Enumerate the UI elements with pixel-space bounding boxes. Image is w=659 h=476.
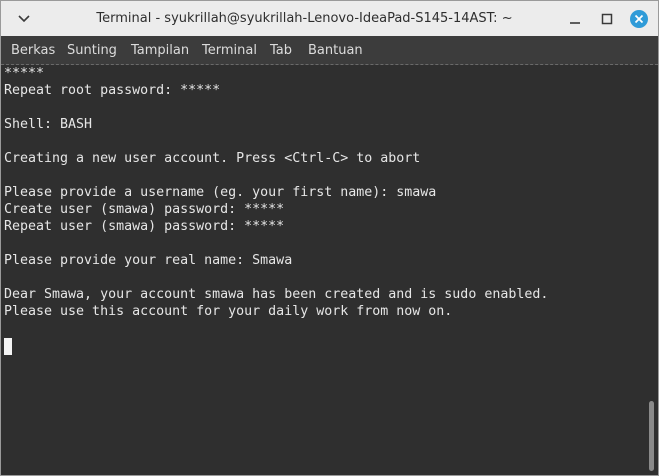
menu-sunting[interactable]: Sunting <box>67 43 117 58</box>
menu-terminal[interactable]: Terminal <box>202 43 257 58</box>
terminal-line: Create user (smawa) password: ***** <box>4 202 285 217</box>
maximize-icon[interactable] <box>597 9 617 29</box>
window-title: Terminal - syukrillah@syukrillah-Lenovo-… <box>96 11 513 26</box>
menu-bar: Berkas Sunting Tampilan Terminal Tab Ban… <box>1 36 658 66</box>
vertical-scrollbar[interactable] <box>646 65 658 475</box>
terminal-line: Repeat root password: ***** <box>4 83 221 98</box>
terminal-line: Shell: BASH <box>4 117 93 132</box>
terminal-line: Please use this account for your daily w… <box>4 304 453 319</box>
terminal-cursor <box>4 338 12 355</box>
chevron-down-icon[interactable] <box>15 10 33 28</box>
title-bar[interactable]: Terminal - syukrillah@syukrillah-Lenovo-… <box>1 1 658 37</box>
close-icon[interactable] <box>629 9 649 29</box>
terminal-output[interactable]: ***** Repeat root password: ***** Shell:… <box>1 65 646 475</box>
menu-berkas[interactable]: Berkas <box>11 43 55 58</box>
menu-tampilan[interactable]: Tampilan <box>131 43 189 58</box>
terminal-line: Please provide your real name: Smawa <box>4 253 293 268</box>
terminal-line: Dear Smawa, your account smawa has been … <box>4 287 549 302</box>
menu-bantuan[interactable]: Bantuan <box>308 43 363 58</box>
terminal-line: Repeat user (smawa) password: ***** <box>4 219 285 234</box>
minimize-icon[interactable] <box>565 9 585 29</box>
scrollbar-thumb[interactable] <box>649 401 654 471</box>
terminal-window: Terminal - syukrillah@syukrillah-Lenovo-… <box>0 0 659 476</box>
terminal-line: Please provide a username (eg. your firs… <box>4 185 437 200</box>
terminal-line: ***** <box>4 66 45 81</box>
terminal-line: Creating a new user account. Press <Ctrl… <box>4 151 421 166</box>
menu-tab[interactable]: Tab <box>270 43 292 58</box>
